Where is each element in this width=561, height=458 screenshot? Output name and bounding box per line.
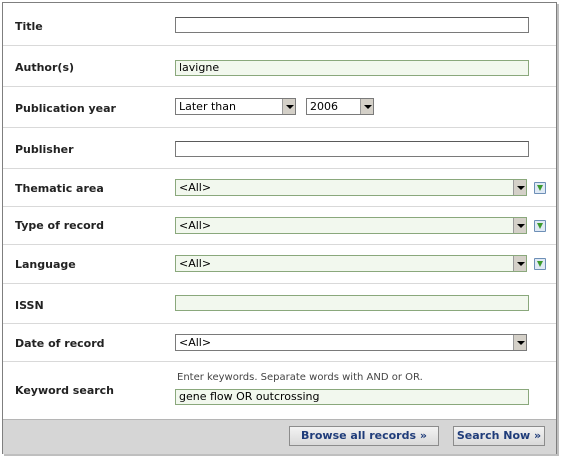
chevron-down-icon[interactable] <box>513 256 526 271</box>
authors-label: Author(s) <box>15 61 75 74</box>
issn-label: ISSN <box>15 299 44 312</box>
chevron-down-icon[interactable] <box>513 335 526 350</box>
keyword-search-row: Keyword search Enter keywords. Separate … <box>3 362 556 418</box>
title-input[interactable] <box>175 17 529 33</box>
publisher-input[interactable] <box>175 141 529 157</box>
date-of-record-value: <All> <box>179 336 212 349</box>
type-of-record-row: Type of record <All> <box>3 207 556 245</box>
authors-input[interactable]: lavigne <box>175 60 529 76</box>
keyword-search-label: Keyword search <box>15 384 115 397</box>
date-of-record-row: Date of record <All> <box>3 324 556 362</box>
publication-year-row: Publication year Later than 2006 <box>3 87 556 128</box>
issn-row: ISSN <box>3 284 556 324</box>
chevron-down-icon[interactable] <box>513 180 526 195</box>
type-of-record-value: <All> <box>179 219 212 232</box>
language-label: Language <box>15 258 76 271</box>
add-to-list-icon[interactable] <box>534 258 546 270</box>
title-row: Title <box>3 3 556 46</box>
thematic-area-select[interactable]: <All> <box>175 179 527 196</box>
add-to-list-icon[interactable] <box>534 220 546 232</box>
publication-year-label: Publication year <box>15 102 116 115</box>
language-value: <All> <box>179 257 212 270</box>
chevron-down-icon[interactable] <box>513 218 526 233</box>
publisher-label: Publisher <box>15 143 74 156</box>
publisher-row: Publisher <box>3 128 556 169</box>
keyword-hint: Enter keywords. Separate words with AND … <box>177 372 423 383</box>
chevron-down-icon[interactable] <box>282 99 295 114</box>
thematic-area-row: Thematic area <All> <box>3 169 556 207</box>
keyword-search-input[interactable]: gene flow OR outcrossing <box>175 389 529 405</box>
type-of-record-select[interactable]: <All> <box>175 217 527 234</box>
search-now-button[interactable]: Search Now » <box>453 426 545 446</box>
title-label: Title <box>15 20 43 33</box>
search-form: Title Author(s) lavigne Publication year… <box>2 2 557 454</box>
year-select[interactable]: 2006 <box>306 98 374 115</box>
browse-all-records-button[interactable]: Browse all records » <box>289 426 439 446</box>
language-row: Language <All> <box>3 245 556 284</box>
form-footer: Browse all records » Search Now » <box>3 419 556 454</box>
issn-input[interactable] <box>175 295 529 311</box>
chevron-down-icon[interactable] <box>360 99 373 114</box>
authors-row: Author(s) lavigne <box>3 46 556 87</box>
year-operator-value: Later than <box>179 100 236 113</box>
year-operator-select[interactable]: Later than <box>175 98 296 115</box>
type-of-record-label: Type of record <box>15 219 104 232</box>
thematic-area-label: Thematic area <box>15 182 104 195</box>
date-of-record-label: Date of record <box>15 337 105 350</box>
year-value: 2006 <box>310 100 338 113</box>
add-to-list-icon[interactable] <box>534 182 546 194</box>
thematic-area-value: <All> <box>179 181 212 194</box>
language-select[interactable]: <All> <box>175 255 527 272</box>
date-of-record-select[interactable]: <All> <box>175 334 527 351</box>
